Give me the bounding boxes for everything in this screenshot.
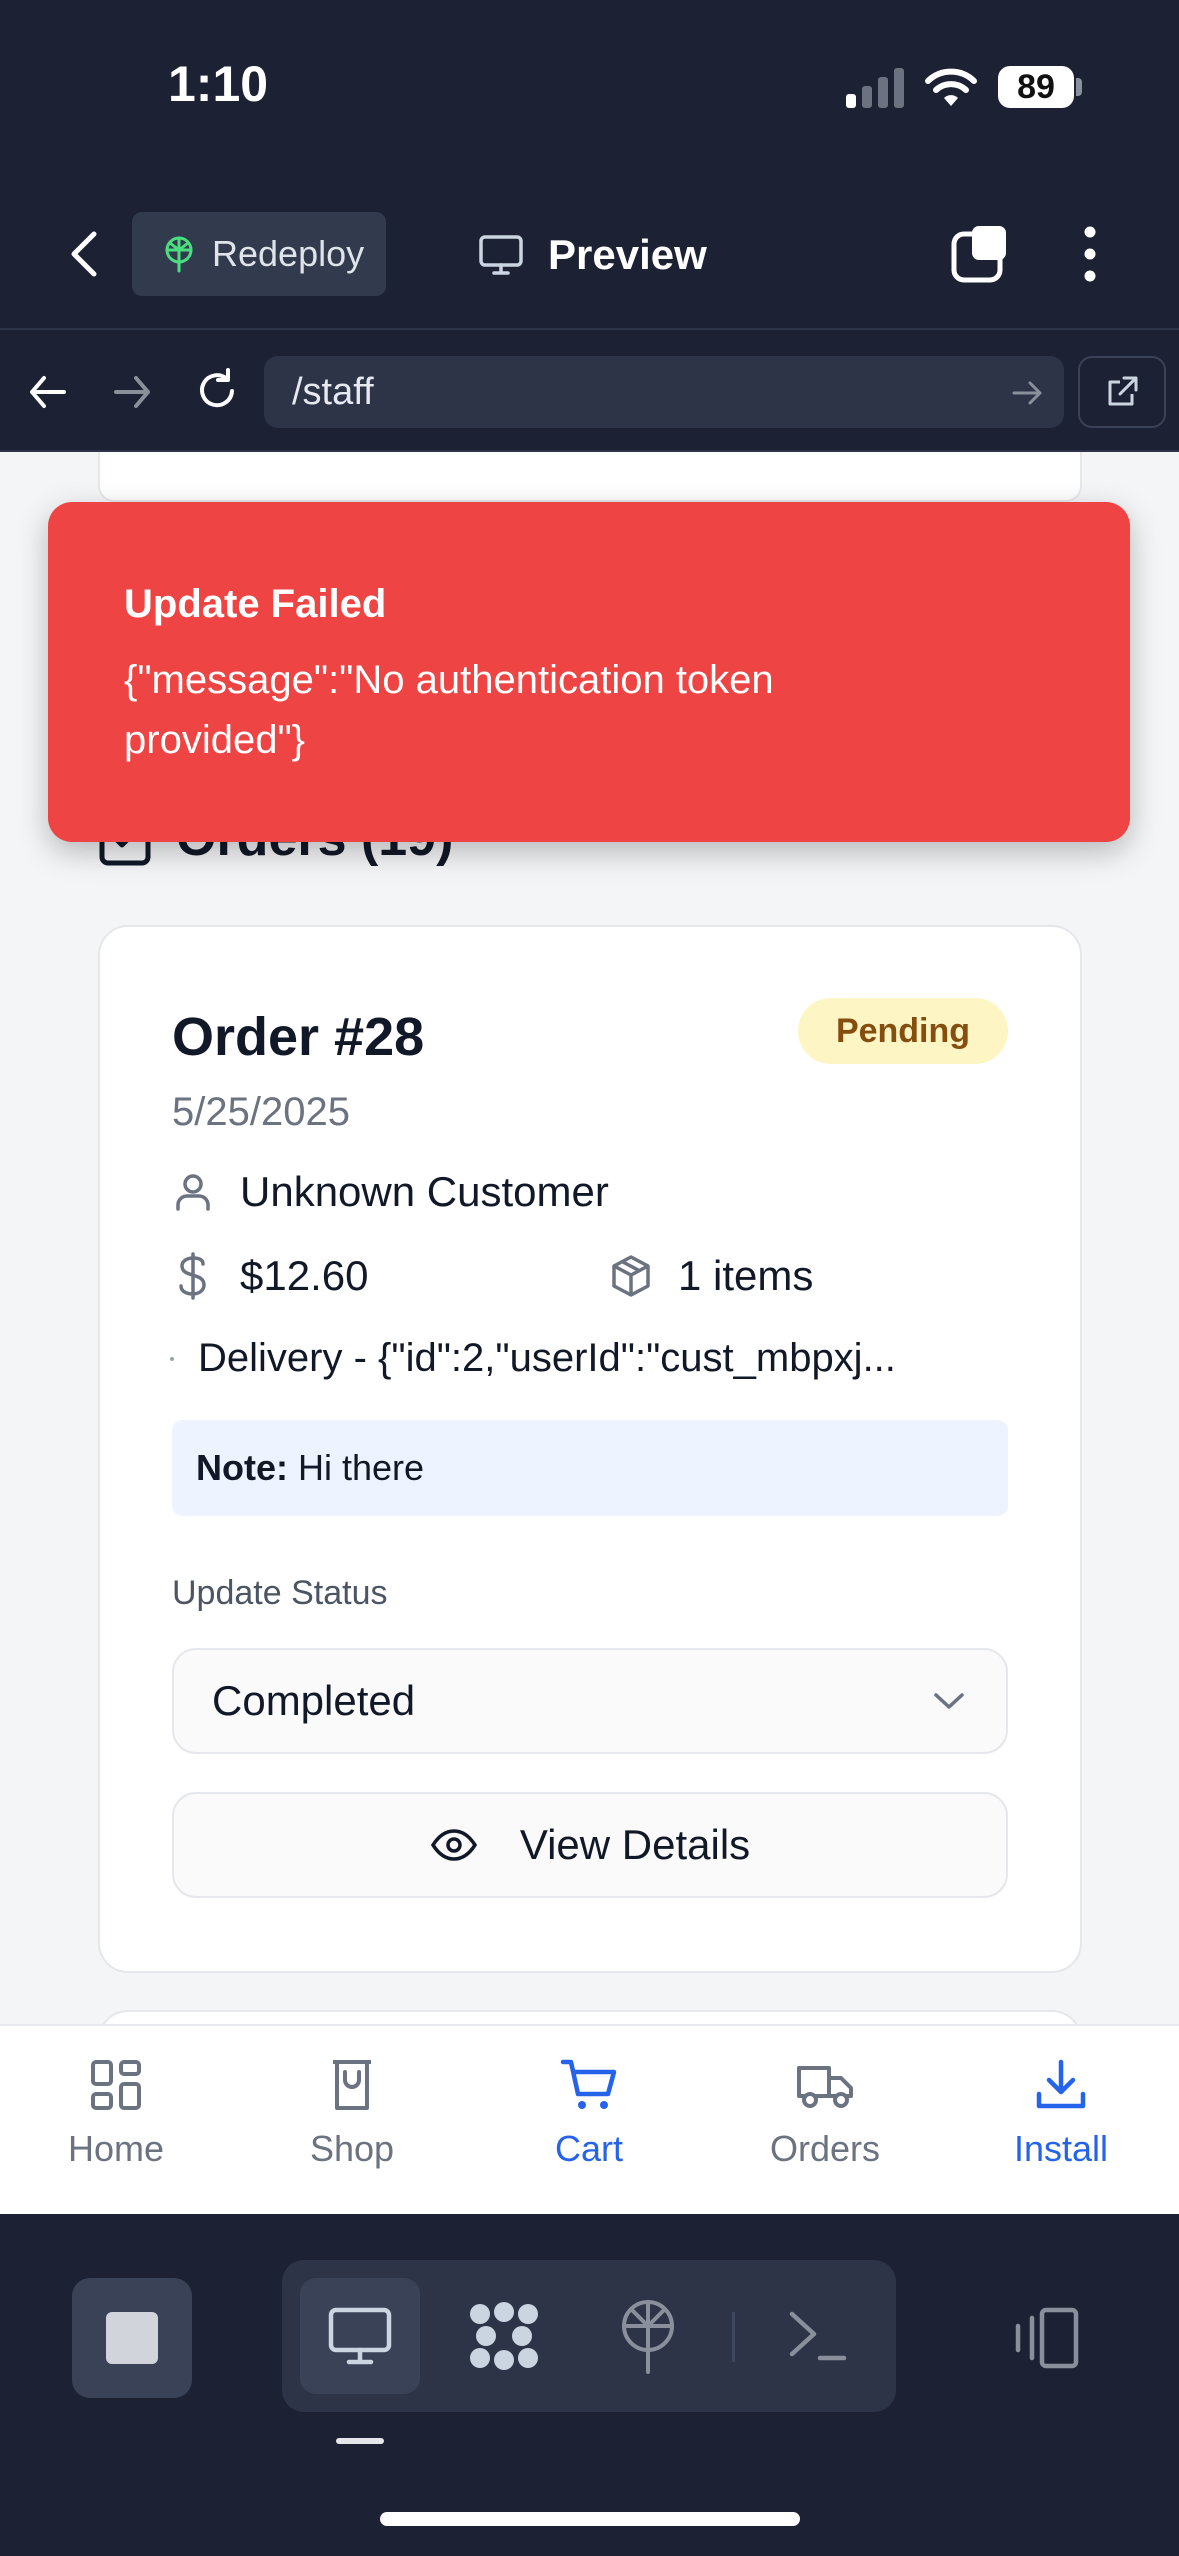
order-note: Note: Hi there [172,1420,1008,1516]
open-external-button[interactable] [1078,356,1166,428]
chevron-down-icon [934,1693,964,1709]
nav-shop-label: Shop [309,2128,395,2169]
battery-indicator: 89 [998,66,1074,108]
toast-title: Update Failed [124,582,387,626]
home-indicator [380,2512,800,2526]
preview-label: Preview [548,231,707,278]
item-count: 1 items [678,1252,814,1299]
tabs-icon[interactable] [950,222,1012,284]
toast-message: {"message":"No authentication token prov… [124,658,774,762]
nav-orders-label: Orders [769,2128,881,2169]
redeploy-button[interactable]: Redeploy [132,212,386,296]
nav-home[interactable]: Home [16,2058,216,2170]
integrations-icon[interactable] [466,2300,542,2372]
back-chevron-icon[interactable] [62,228,110,280]
more-vertical-icon[interactable] [1076,224,1104,284]
cellular-signal-icon [846,68,904,108]
status-select[interactable]: Completed [172,1648,1008,1754]
order-total: $12.60 [240,1252,369,1299]
status-time: 1:10 [168,56,269,112]
active-tool-indicator [336,2438,384,2444]
battery-tip [1076,78,1082,96]
reload-icon[interactable] [192,366,242,416]
desktop-preview-button[interactable] [300,2278,420,2394]
note-text: Hi there [298,1447,425,1488]
package-icon [612,1255,650,1297]
view-details-button[interactable]: View Details [172,1792,1008,1898]
truck-icon [797,2066,853,2108]
desktop-icon [328,2307,392,2365]
nav-shop[interactable]: Shop [252,2058,452,2170]
external-link-icon [1108,376,1138,406]
user-icon [176,1174,210,1211]
customer-row: Unknown Customer [172,1168,609,1216]
delivery-info: Delivery - {"id":2,"userId":"cust_mbpxj.… [198,1336,896,1380]
browser-forward-icon[interactable] [110,372,154,412]
delivery-row: Delivery - {"id":2,"userId":"cust_mbpxj.… [170,1336,896,1381]
stop-icon [106,2312,158,2364]
items-row: 1 items [610,1252,813,1300]
update-status-label: Update Status [172,1574,388,1612]
monitor-icon [479,235,523,275]
redeploy-label: Redeploy [212,233,365,274]
url-input[interactable]: /staff [264,356,1064,428]
nav-install-label: Install [1013,2128,1109,2169]
order-date: 5/25/2025 [172,1090,350,1134]
cart-icon [560,2059,617,2109]
customer-name: Unknown Customer [240,1168,609,1215]
deploy-icon[interactable] [616,2298,680,2374]
go-arrow-icon[interactable] [1010,378,1044,408]
dollar-icon [179,1252,206,1300]
preview-tab[interactable]: Preview [478,222,707,288]
split-view-icon[interactable] [1010,2306,1082,2370]
terminal-icon[interactable] [786,2306,850,2366]
eye-icon [430,1829,477,1861]
view-details-label: View Details [519,1821,751,1868]
home-grid-icon [91,2060,141,2110]
stop-button[interactable] [72,2278,192,2398]
order-title: Order #28 [172,1007,425,1067]
nav-home-label: Home [67,2128,165,2169]
nav-cart[interactable]: Cart [489,2058,689,2170]
wifi-icon [925,68,977,106]
deploy-tree-icon [165,236,193,273]
delivery-bullet [170,1356,174,1361]
shop-icon [333,2060,371,2110]
nav-cart-label: Cart [554,2128,623,2169]
tool-divider [732,2312,735,2362]
note-label: Note: [196,1447,288,1488]
previous-card [98,452,1082,502]
total-row: $12.60 [172,1252,368,1300]
status-badge: Pending [798,998,1008,1064]
nav-orders[interactable]: Orders [725,2058,925,2170]
selected-status: Completed [212,1677,416,1724]
browser-back-icon[interactable] [26,372,70,412]
nav-install[interactable]: Install [961,2058,1161,2170]
download-icon [1036,2059,1086,2109]
